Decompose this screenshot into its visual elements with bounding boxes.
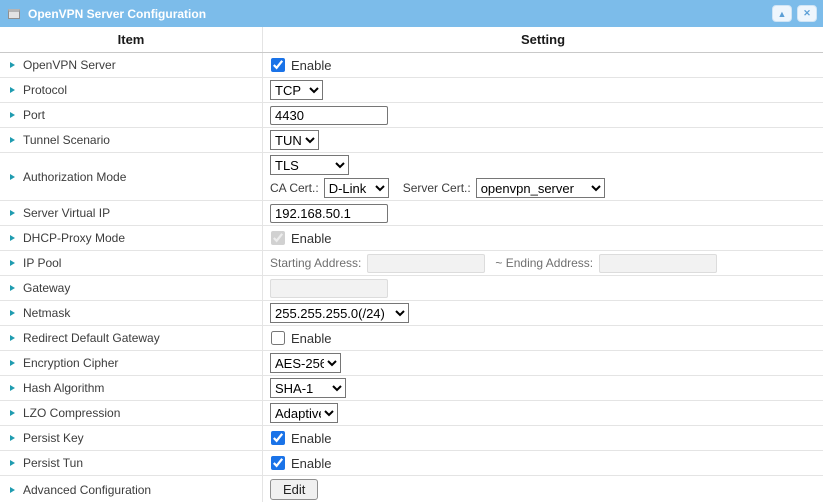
item-label: Protocol	[23, 83, 67, 97]
setting-header: Setting	[263, 27, 823, 52]
arrow-bullet-icon	[10, 285, 15, 291]
lzo-compression-select[interactable]: Adaptive	[270, 403, 338, 423]
row-hash-algorithm: Hash Algorithm SHA-1	[0, 376, 823, 401]
arrow-bullet-icon	[10, 435, 15, 441]
protocol-select[interactable]: TCP	[270, 80, 323, 100]
row-gateway: Gateway	[0, 276, 823, 301]
row-encryption-cipher: Encryption Cipher AES-256	[0, 351, 823, 376]
advanced-configuration-edit-button[interactable]: Edit	[270, 479, 318, 500]
port-input[interactable]	[270, 106, 388, 125]
row-openvpn-server: OpenVPN Server Enable	[0, 53, 823, 78]
arrow-bullet-icon	[10, 335, 15, 341]
row-netmask: Netmask 255.255.255.0(/24)	[0, 301, 823, 326]
item-label: DHCP-Proxy Mode	[23, 231, 125, 245]
redirect-default-gateway-enable-checkbox[interactable]	[271, 331, 285, 345]
persist-tun-enable-checkbox[interactable]	[271, 456, 285, 470]
item-label: Server Virtual IP	[23, 206, 110, 220]
settings-table: Item Setting OpenVPN Server Enable Proto…	[0, 27, 823, 502]
item-label: Advanced Configuration	[23, 483, 151, 497]
row-port: Port	[0, 103, 823, 128]
tunnel-scenario-select[interactable]: TUN	[270, 130, 319, 150]
arrow-bullet-icon	[10, 385, 15, 391]
item-label: Authorization Mode	[23, 170, 126, 184]
arrow-bullet-icon	[10, 360, 15, 366]
gateway-input	[270, 279, 388, 298]
close-icon: ✕	[803, 8, 811, 19]
enable-label: Enable	[291, 331, 331, 346]
close-button[interactable]: ✕	[797, 5, 817, 22]
item-label: Redirect Default Gateway	[23, 331, 160, 345]
item-label: IP Pool	[23, 256, 61, 270]
row-lzo-compression: LZO Compression Adaptive	[0, 401, 823, 426]
arrow-bullet-icon	[10, 310, 15, 316]
item-label: LZO Compression	[23, 406, 120, 420]
item-header: Item	[0, 27, 263, 52]
row-persist-key: Persist Key Enable	[0, 426, 823, 451]
collapse-button[interactable]: ▲	[772, 5, 792, 22]
arrow-bullet-icon	[10, 137, 15, 143]
ca-cert-label: CA Cert.:	[270, 181, 319, 195]
server-cert-label: Server Cert.:	[403, 181, 471, 195]
enable-label: Enable	[291, 431, 331, 446]
arrow-bullet-icon	[10, 460, 15, 466]
starting-address-label: Starting Address:	[270, 256, 361, 270]
arrow-bullet-icon	[10, 210, 15, 216]
enable-label: Enable	[291, 231, 331, 246]
persist-key-enable-checkbox[interactable]	[271, 431, 285, 445]
item-label: Persist Tun	[23, 456, 83, 470]
arrow-bullet-icon	[10, 62, 15, 68]
item-label: Hash Algorithm	[23, 381, 104, 395]
arrow-bullet-icon	[10, 174, 15, 180]
starting-address-input	[367, 254, 485, 273]
collapse-icon: ▲	[778, 9, 787, 19]
arrow-bullet-icon	[10, 87, 15, 93]
ending-address-label: ~ Ending Address:	[495, 256, 593, 270]
authorization-mode-select[interactable]: TLS	[270, 155, 349, 175]
title-bar: OpenVPN Server Configuration ▲ ✕	[0, 0, 823, 27]
item-label: Gateway	[23, 281, 70, 295]
encryption-cipher-select[interactable]: AES-256	[270, 353, 341, 373]
item-label: OpenVPN Server	[23, 58, 116, 72]
row-advanced-configuration: Advanced Configuration Edit	[0, 476, 823, 502]
server-cert-select[interactable]: openvpn_server	[476, 178, 605, 198]
item-label: Tunnel Scenario	[23, 133, 110, 147]
item-label: Port	[23, 108, 45, 122]
enable-label: Enable	[291, 456, 331, 471]
hash-algorithm-select[interactable]: SHA-1	[270, 378, 346, 398]
row-tunnel-scenario: Tunnel Scenario TUN	[0, 128, 823, 153]
row-redirect-default-gateway: Redirect Default Gateway Enable	[0, 326, 823, 351]
arrow-bullet-icon	[10, 235, 15, 241]
window-icon	[8, 9, 20, 19]
enable-label: Enable	[291, 58, 331, 73]
openvpn-server-enable-checkbox[interactable]	[271, 58, 285, 72]
ending-address-input	[599, 254, 717, 273]
item-label: Encryption Cipher	[23, 356, 118, 370]
arrow-bullet-icon	[10, 410, 15, 416]
netmask-select[interactable]: 255.255.255.0(/24)	[270, 303, 409, 323]
row-persist-tun: Persist Tun Enable	[0, 451, 823, 476]
row-ip-pool: IP Pool Starting Address: ~ Ending Addre…	[0, 251, 823, 276]
table-header-row: Item Setting	[0, 27, 823, 53]
dhcp-proxy-enable-checkbox	[271, 231, 285, 245]
window-title: OpenVPN Server Configuration	[28, 7, 767, 21]
row-protocol: Protocol TCP	[0, 78, 823, 103]
server-virtual-ip-input[interactable]	[270, 204, 388, 223]
item-label: Persist Key	[23, 431, 84, 445]
row-dhcp-proxy-mode: DHCP-Proxy Mode Enable	[0, 226, 823, 251]
arrow-bullet-icon	[10, 112, 15, 118]
item-label: Netmask	[23, 306, 70, 320]
row-server-virtual-ip: Server Virtual IP	[0, 201, 823, 226]
row-authorization-mode: Authorization Mode TLS CA Cert.: D-Link …	[0, 153, 823, 201]
arrow-bullet-icon	[10, 260, 15, 266]
ca-cert-select[interactable]: D-Link	[324, 178, 389, 198]
arrow-bullet-icon	[10, 487, 15, 493]
